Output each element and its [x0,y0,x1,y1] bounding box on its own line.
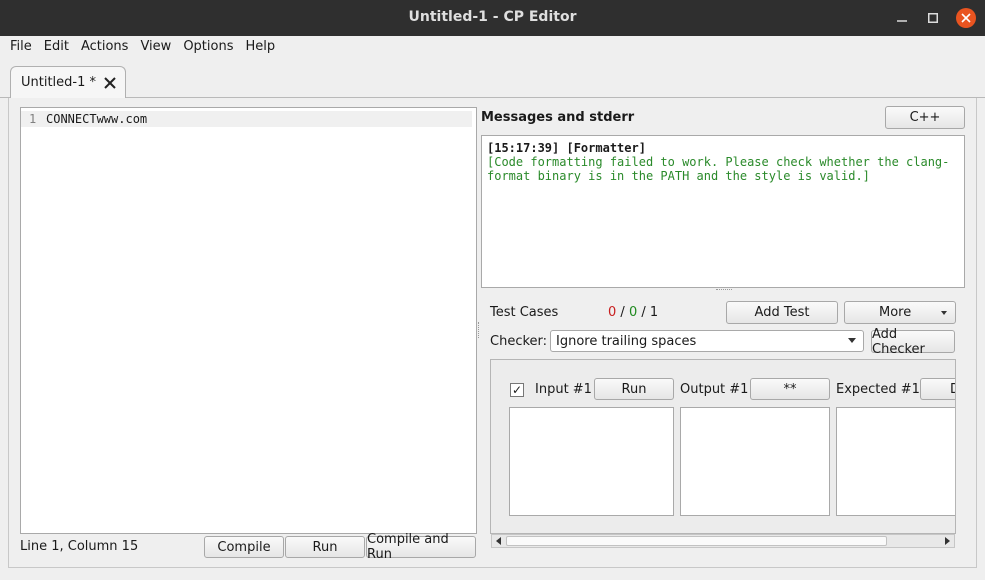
code-text[interactable]: CONNECTwww.com [46,112,147,126]
test-area-scrollbar[interactable] [491,534,955,548]
horizontal-splitter-handle[interactable] [716,289,732,292]
expected-button[interactable]: D [920,378,955,400]
maximize-button[interactable] [923,8,943,28]
input-label: Input #1 [535,382,592,397]
compile-and-run-button[interactable]: Compile and Run [366,532,476,562]
run-test-button[interactable]: Run [594,378,674,400]
checker-select[interactable]: Ignore trailing spaces [550,330,864,352]
output-diff-button[interactable]: ** [750,378,830,400]
menu-help[interactable]: Help [239,39,281,54]
tab-untitled-1[interactable]: Untitled-1 * [10,66,126,98]
count-separator-2: / [637,305,650,320]
menu-options[interactable]: Options [177,39,239,54]
scrollbar-thumb[interactable] [506,536,887,546]
cursor-position-status: Line 1, Column 15 [20,539,139,554]
close-icon [961,13,971,23]
minimize-button[interactable] [892,8,912,28]
messages-title: Messages and stderr [481,110,635,125]
output-label: Output #1 [680,382,749,397]
add-test-button[interactable]: Add Test [726,301,838,324]
window-title: Untitled-1 - CP Editor [408,9,577,25]
messages-box[interactable]: [15:17:39] [Formatter] [Code formatting … [481,135,965,288]
test-case-counts: 0 / 0 / 1 [608,305,658,320]
message-header: [15:17:39] [Formatter] [487,141,646,155]
scroll-right-icon[interactable] [945,537,950,545]
input-textbox[interactable] [509,407,674,516]
test-case-checkbox[interactable]: ✓ [510,383,524,397]
vertical-splitter-handle[interactable] [478,322,481,338]
close-button[interactable] [956,8,976,28]
menu-edit[interactable]: Edit [38,39,75,54]
tab-close-icon[interactable] [103,76,117,90]
checker-label: Checker: [490,334,548,349]
menu-file[interactable]: File [4,39,38,54]
tab-label: Untitled-1 * [21,75,97,90]
compile-button[interactable]: Compile [204,536,284,558]
passed-count: 0 [628,305,638,320]
count-separator-1: / [616,305,629,320]
chevron-down-icon [941,311,947,315]
total-count: 1 [649,305,659,320]
scroll-left-icon[interactable] [496,537,501,545]
chevron-down-icon [848,338,856,343]
more-label: More [879,305,912,320]
maximize-icon [928,13,938,23]
run-button[interactable]: Run [285,536,365,558]
title-bar: Untitled-1 - CP Editor [0,0,985,36]
add-checker-button[interactable]: Add Checker [871,327,955,357]
output-textbox[interactable] [680,407,830,516]
menu-bar: File Edit Actions View Options Help [0,36,985,56]
minimize-icon [897,20,907,22]
line-number: 1 [29,112,37,126]
expected-textbox[interactable] [836,407,955,516]
code-editor[interactable]: 1 CONNECTwww.com [20,107,477,534]
menu-view[interactable]: View [134,39,177,54]
language-button[interactable]: C++ [885,106,965,129]
checker-value: Ignore trailing spaces [556,333,697,349]
more-button[interactable]: More [844,301,956,324]
message-body: [Code formatting failed to work. Please … [487,155,950,183]
menu-actions[interactable]: Actions [75,39,135,54]
expected-label: Expected #1 [836,382,920,397]
test-cases-label: Test Cases [490,305,559,320]
current-line-highlight: 1 CONNECTwww.com [21,111,472,127]
